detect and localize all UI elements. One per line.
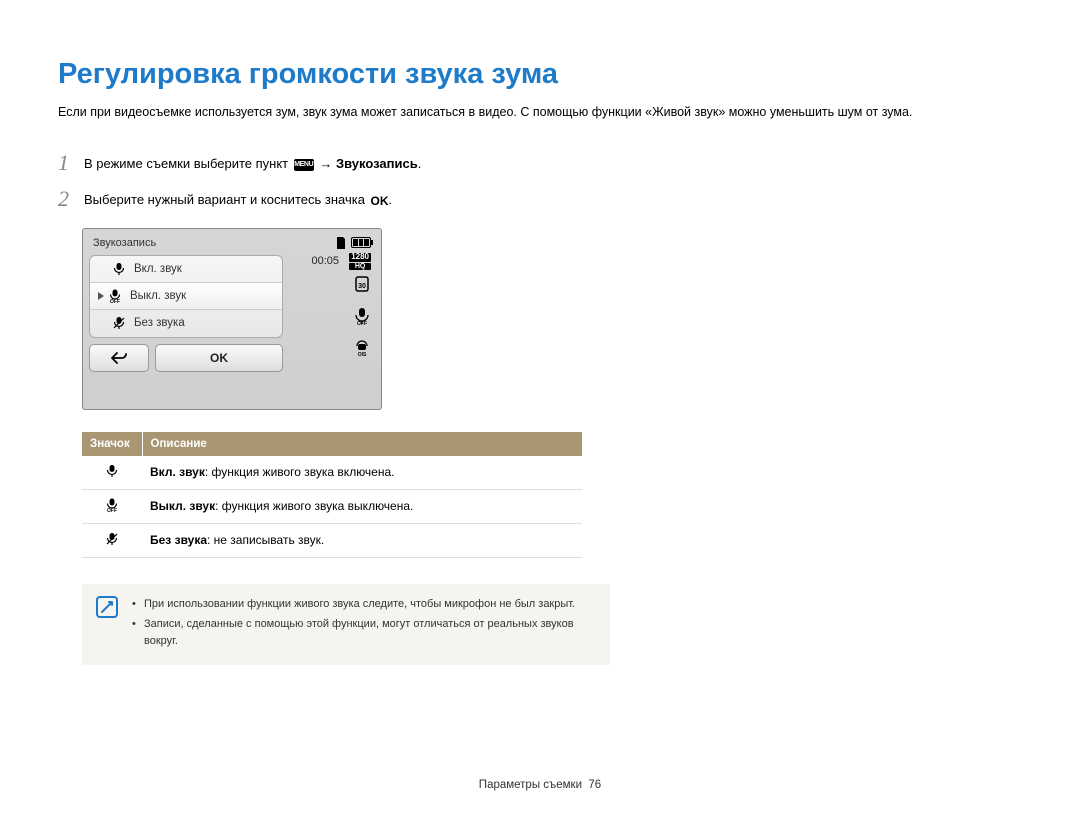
row-label: Выкл. звук — [150, 499, 215, 513]
ok-button[interactable]: OK — [155, 344, 283, 372]
record-time: 00:05 — [311, 255, 339, 267]
step1-target: Звукозапись — [336, 156, 418, 171]
timer-icon: 30 — [353, 275, 371, 293]
row-label: Вкл. звук — [150, 465, 205, 479]
table-header-icon: Значок — [82, 432, 142, 456]
row-label: Без звука — [150, 533, 207, 547]
step-number: 1 — [58, 150, 84, 176]
table-row: Вкл. звук: функция живого звука включена… — [82, 456, 582, 490]
mic-off-icon: OFF — [353, 307, 371, 325]
note-box: При использовании функции живого звука с… — [82, 584, 610, 666]
ois-icon: OIS — [353, 339, 371, 357]
footer-page: 76 — [588, 779, 601, 791]
note-item: При использовании функции живого звука с… — [132, 596, 594, 613]
option-sound-on[interactable]: Вкл. звук — [90, 256, 282, 283]
option-label: Выкл. звук — [130, 290, 186, 302]
battery-icon — [351, 237, 371, 248]
svg-text:OFF: OFF — [110, 299, 120, 303]
info-icon — [96, 596, 118, 618]
svg-text:OFF: OFF — [107, 508, 117, 512]
footer: Параметры съемки 76 — [0, 779, 1080, 791]
step2-period: . — [389, 192, 393, 207]
step-2: 2 Выберите нужный вариант и коснитесь зн… — [58, 186, 1022, 212]
step2-pre: Выберите нужный вариант и коснитесь знач… — [84, 192, 369, 207]
back-button[interactable] — [89, 344, 149, 372]
options-panel: Вкл. звук OFF Выкл. звук Без звука — [89, 255, 283, 338]
mic-icon — [105, 464, 119, 478]
table-header-desc: Описание — [142, 432, 582, 456]
intro-text: Если при видеосъемке используется зум, з… — [58, 103, 1022, 122]
ok-icon: OK — [371, 194, 389, 208]
step1-pre: В режиме съемки выберите пункт — [84, 156, 292, 171]
arrow: → — [319, 156, 332, 171]
mic-off-icon: OFF — [105, 498, 119, 512]
row-text: : функция живого звука включена. — [205, 465, 395, 479]
back-arrow-icon — [110, 351, 128, 365]
page-title: Регулировка громкости звука зума — [58, 58, 1022, 91]
mic-mute-icon — [112, 316, 126, 330]
svg-text:OFF: OFF — [357, 321, 367, 325]
svg-text:OIS: OIS — [358, 352, 367, 357]
step-1: 1 В режиме съемки выберите пункт MENU → … — [58, 150, 1022, 176]
panel-title: Звукозапись — [89, 235, 375, 253]
option-no-sound[interactable]: Без звука — [90, 310, 282, 337]
mic-off-icon: OFF — [108, 289, 122, 303]
footer-section: Параметры съемки — [479, 779, 582, 791]
resolution-badge: 1280 HQ — [349, 253, 371, 270]
camera-screen: Звукозапись 00:05 1280 HQ 30 OFF OIS Вкл… — [82, 228, 382, 410]
note-item: Записи, сделанные с помощью этой функции… — [132, 616, 594, 649]
row-text: : функция живого звука выключена. — [215, 499, 413, 513]
description-table: Значок Описание Вкл. звук: функция живог… — [82, 432, 582, 558]
option-label: Без звука — [134, 317, 185, 329]
option-sound-off[interactable]: OFF Выкл. звук — [90, 283, 282, 310]
row-text: : не записывать звук. — [207, 533, 324, 547]
mic-icon — [112, 262, 126, 276]
mic-mute-icon — [105, 532, 119, 546]
table-row: OFF Выкл. звук: функция живого звука вык… — [82, 489, 582, 523]
table-row: Без звука: не записывать звук. — [82, 523, 582, 557]
step-number: 2 — [58, 186, 84, 212]
selected-marker-icon — [98, 292, 104, 300]
svg-text:30: 30 — [358, 283, 366, 290]
step1-period: . — [418, 156, 422, 171]
menu-icon: MENU — [294, 159, 314, 171]
sd-card-icon — [335, 237, 347, 249]
option-label: Вкл. звук — [134, 263, 182, 275]
